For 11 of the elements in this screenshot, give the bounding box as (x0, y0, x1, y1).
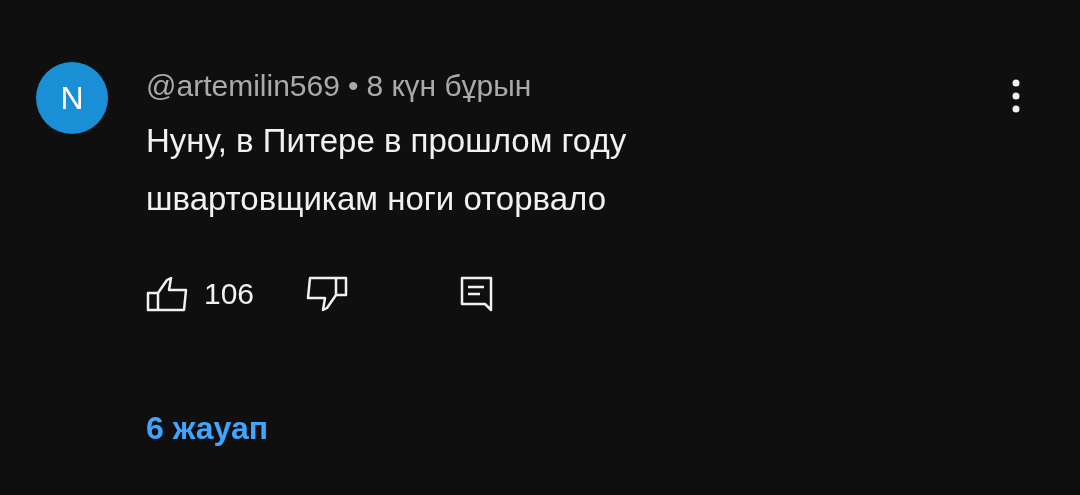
avatar[interactable]: N (36, 62, 108, 134)
reply-icon[interactable] (460, 276, 495, 312)
like-icon[interactable] (146, 276, 188, 312)
dislike-icon[interactable] (304, 276, 349, 312)
username[interactable]: @artemilin569 (146, 66, 340, 106)
like-count: 106 (204, 276, 255, 312)
comment-text: Нуну, в Питере в прошлом году швартовщикам ноги оторвало (146, 121, 628, 219)
separator-dot: • (347, 68, 359, 104)
timestamp: 8 күн бұрын (366, 68, 532, 104)
replies-link[interactable]: 6 жауап (146, 408, 269, 448)
more-icon[interactable] (1010, 78, 1022, 114)
